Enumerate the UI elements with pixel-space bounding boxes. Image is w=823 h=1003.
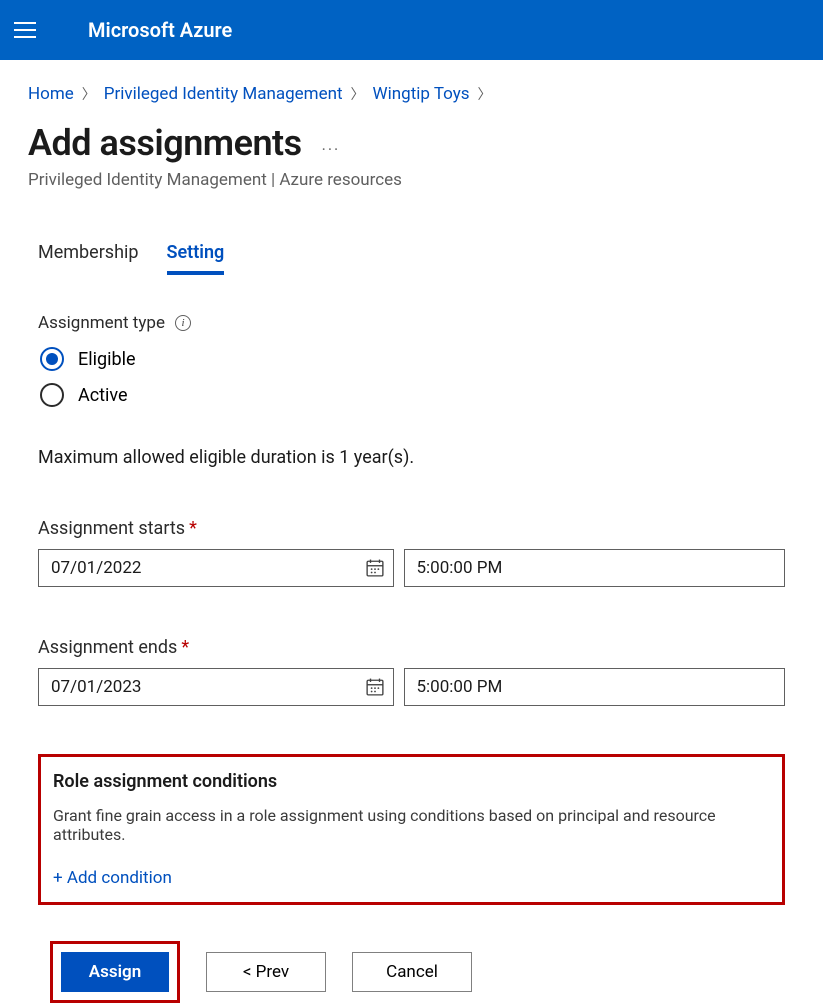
tab-setting[interactable]: Setting [167, 242, 225, 275]
cancel-button[interactable]: Cancel [352, 952, 472, 992]
ends-date-input[interactable] [38, 668, 394, 706]
starts-group: Assignment starts* [38, 518, 785, 587]
chevron-right-icon: 〉 [478, 84, 492, 104]
chevron-right-icon: 〉 [351, 84, 365, 104]
radio-active[interactable]: Active [38, 383, 785, 407]
breadcrumb-pim[interactable]: Privileged Identity Management [104, 84, 343, 104]
brand-label: Microsoft Azure [88, 18, 232, 42]
footer-buttons: Assign < Prev Cancel [28, 941, 795, 1003]
assignment-type-label: Assignment type [38, 313, 165, 333]
chevron-right-icon: 〉 [82, 84, 96, 104]
top-header: Microsoft Azure [0, 0, 823, 60]
page-subtitle: Privileged Identity Management | Azure r… [28, 170, 795, 190]
radio-icon [40, 383, 64, 407]
radio-eligible-label: Eligible [78, 349, 136, 370]
tab-membership[interactable]: Membership [38, 242, 139, 275]
info-icon[interactable]: i [175, 315, 191, 331]
assign-highlight: Assign [50, 941, 180, 1003]
max-duration-note: Maximum allowed eligible duration is 1 y… [38, 447, 785, 468]
assign-button[interactable]: Assign [61, 952, 169, 992]
assignment-type-label-row: Assignment type i [38, 313, 785, 333]
page-content: Home 〉 Privileged Identity Management 〉 … [0, 60, 823, 1003]
conditions-desc: Grant fine grain access in a role assign… [53, 806, 770, 844]
radio-eligible[interactable]: Eligible [38, 347, 785, 371]
breadcrumb-home[interactable]: Home [28, 84, 74, 104]
ends-group: Assignment ends* [38, 637, 785, 706]
conditions-section: Role assignment conditions Grant fine gr… [38, 754, 785, 905]
starts-date-input[interactable] [38, 549, 394, 587]
radio-icon [40, 347, 64, 371]
ends-date-wrapper [38, 668, 394, 706]
prev-button[interactable]: < Prev [206, 952, 326, 992]
starts-date-wrapper [38, 549, 394, 587]
hamburger-icon[interactable] [14, 22, 36, 38]
add-condition-link[interactable]: + Add condition [53, 868, 770, 888]
page-title: Add assignments [28, 122, 302, 164]
tab-strip: Membership Setting [28, 242, 795, 275]
ends-time-input[interactable] [404, 668, 786, 706]
breadcrumb: Home 〉 Privileged Identity Management 〉 … [28, 84, 795, 104]
title-row: Add assignments ··· [28, 122, 795, 164]
more-icon[interactable]: ··· [322, 140, 341, 159]
form-body: Assignment type i Eligible Active Maximu… [28, 275, 795, 905]
conditions-title: Role assignment conditions [53, 771, 770, 792]
starts-time-input[interactable] [404, 549, 786, 587]
ends-label: Assignment ends* [38, 637, 785, 658]
breadcrumb-directory[interactable]: Wingtip Toys [373, 84, 470, 104]
starts-label: Assignment starts* [38, 518, 785, 539]
radio-active-label: Active [78, 385, 128, 406]
